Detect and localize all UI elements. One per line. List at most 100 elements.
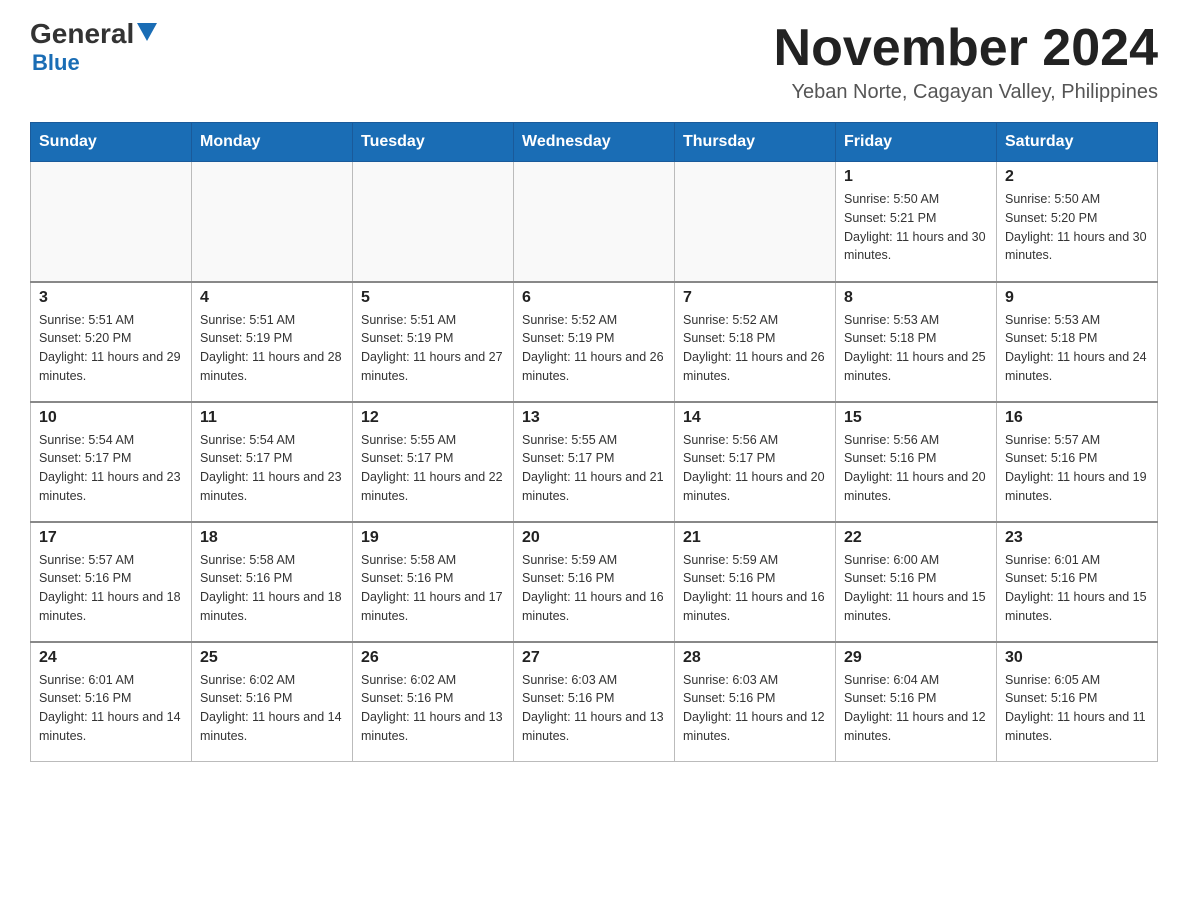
calendar-week-3: 10Sunrise: 5:54 AMSunset: 5:17 PMDayligh…	[31, 402, 1158, 522]
calendar-cell: 6Sunrise: 5:52 AMSunset: 5:19 PMDaylight…	[514, 282, 675, 402]
day-info: Sunrise: 5:55 AMSunset: 5:17 PMDaylight:…	[522, 431, 666, 506]
calendar-cell: 7Sunrise: 5:52 AMSunset: 5:18 PMDaylight…	[675, 282, 836, 402]
calendar-cell: 5Sunrise: 5:51 AMSunset: 5:19 PMDaylight…	[353, 282, 514, 402]
calendar-cell: 18 Sunrise: 5:58 AMSunset: 5:16 PMDayligh…	[192, 522, 353, 642]
calendar-cell: 22 Sunrise: 6:00 AMSunset: 5:16 PMDayligh…	[836, 522, 997, 642]
day-info: Sunrise: 5:57 AMSunset: 5:16 PMDaylight:…	[39, 551, 183, 626]
weekday-header-tuesday: Tuesday	[353, 123, 514, 162]
calendar-cell: 13Sunrise: 5:55 AMSunset: 5:17 PMDayligh…	[514, 402, 675, 522]
day-number: 17	[39, 529, 183, 547]
day-number: 19	[361, 529, 505, 547]
day-number: 4	[200, 289, 344, 307]
day-number: 22	[844, 529, 988, 547]
day-info: Sunrise: 5:54 AMSunset: 5:17 PMDaylight:…	[200, 431, 344, 506]
day-number: 5	[361, 289, 505, 307]
day-info: Sunrise: 5:57 AMSunset: 5:16 PMDaylight:…	[1005, 431, 1149, 506]
calendar-cell: 11 Sunrise: 5:54 AMSunset: 5:17 PMDayligh…	[192, 402, 353, 522]
calendar-cell: 29 Sunrise: 6:04 AMSunset: 5:16 PMDayligh…	[836, 642, 997, 762]
day-info: Sunrise: 6:02 AMSunset: 5:16 PMDaylight:…	[200, 671, 344, 746]
calendar-cell	[192, 162, 353, 282]
day-info: Sunrise: 6:04 AMSunset: 5:16 PMDaylight:…	[844, 671, 988, 746]
calendar-cell: 21 Sunrise: 5:59 AMSunset: 5:16 PMDayligh…	[675, 522, 836, 642]
day-info: Sunrise: 5:50 AMSunset: 5:21 PMDaylight:…	[844, 190, 988, 265]
day-info: Sunrise: 6:05 AMSunset: 5:16 PMDaylight:…	[1005, 671, 1149, 746]
calendar-cell	[353, 162, 514, 282]
title-area: November 2024 Yeban Norte, Cagayan Valle…	[774, 20, 1158, 104]
day-info: Sunrise: 5:53 AMSunset: 5:18 PMDaylight:…	[1005, 311, 1149, 386]
day-info: Sunrise: 5:52 AMSunset: 5:19 PMDaylight:…	[522, 311, 666, 386]
day-number: 12	[361, 409, 505, 427]
logo: General Blue	[30, 20, 157, 76]
calendar-cell: 12 Sunrise: 5:55 AMSunset: 5:17 PMDayligh…	[353, 402, 514, 522]
day-info: Sunrise: 5:51 AMSunset: 5:19 PMDaylight:…	[200, 311, 344, 386]
day-number: 27	[522, 649, 666, 667]
day-info: Sunrise: 6:01 AMSunset: 5:16 PMDaylight:…	[1005, 551, 1149, 626]
day-info: Sunrise: 5:54 AMSunset: 5:17 PMDaylight:…	[39, 431, 183, 506]
logo-blue-text: Blue	[32, 50, 80, 76]
calendar-cell: 23 Sunrise: 6:01 AMSunset: 5:16 PMDayligh…	[997, 522, 1158, 642]
day-number: 29	[844, 649, 988, 667]
day-number: 15	[844, 409, 988, 427]
weekday-header-wednesday: Wednesday	[514, 123, 675, 162]
weekday-header-sunday: Sunday	[31, 123, 192, 162]
page-header: General Blue November 2024 Yeban Norte, …	[30, 20, 1158, 104]
calendar-header-row: SundayMondayTuesdayWednesdayThursdayFrid…	[31, 123, 1158, 162]
calendar-cell: 3Sunrise: 5:51 AMSunset: 5:20 PMDaylight…	[31, 282, 192, 402]
day-number: 8	[844, 289, 988, 307]
day-info: Sunrise: 5:59 AMSunset: 5:16 PMDaylight:…	[522, 551, 666, 626]
day-info: Sunrise: 6:00 AMSunset: 5:16 PMDaylight:…	[844, 551, 988, 626]
logo-triangle-icon	[137, 23, 157, 41]
calendar-cell: 20 Sunrise: 5:59 AMSunset: 5:16 PMDayligh…	[514, 522, 675, 642]
day-info: Sunrise: 5:51 AMSunset: 5:20 PMDaylight:…	[39, 311, 183, 386]
subtitle: Yeban Norte, Cagayan Valley, Philippines	[774, 81, 1158, 104]
day-info: Sunrise: 5:58 AMSunset: 5:16 PMDaylight:…	[200, 551, 344, 626]
calendar-cell: 9Sunrise: 5:53 AMSunset: 5:18 PMDaylight…	[997, 282, 1158, 402]
calendar-cell: 10Sunrise: 5:54 AMSunset: 5:17 PMDayligh…	[31, 402, 192, 522]
weekday-header-saturday: Saturday	[997, 123, 1158, 162]
day-number: 2	[1005, 168, 1149, 186]
day-info: Sunrise: 5:56 AMSunset: 5:16 PMDaylight:…	[844, 431, 988, 506]
calendar-week-5: 24 Sunrise: 6:01 AMSunset: 5:16 PMDayligh…	[31, 642, 1158, 762]
calendar-cell: 15 Sunrise: 5:56 AMSunset: 5:16 PMDayligh…	[836, 402, 997, 522]
calendar-cell: 25 Sunrise: 6:02 AMSunset: 5:16 PMDayligh…	[192, 642, 353, 762]
day-number: 24	[39, 649, 183, 667]
calendar-cell: 1Sunrise: 5:50 AMSunset: 5:21 PMDaylight…	[836, 162, 997, 282]
calendar-cell: 28Sunrise: 6:03 AMSunset: 5:16 PMDayligh…	[675, 642, 836, 762]
calendar-table: SundayMondayTuesdayWednesdayThursdayFrid…	[30, 122, 1158, 762]
calendar-cell: 16 Sunrise: 5:57 AMSunset: 5:16 PMDayligh…	[997, 402, 1158, 522]
day-number: 30	[1005, 649, 1149, 667]
calendar-cell	[514, 162, 675, 282]
day-info: Sunrise: 5:58 AMSunset: 5:16 PMDaylight:…	[361, 551, 505, 626]
day-number: 18	[200, 529, 344, 547]
day-number: 7	[683, 289, 827, 307]
weekday-header-thursday: Thursday	[675, 123, 836, 162]
day-number: 25	[200, 649, 344, 667]
day-number: 16	[1005, 409, 1149, 427]
day-number: 21	[683, 529, 827, 547]
calendar-week-4: 17 Sunrise: 5:57 AMSunset: 5:16 PMDayligh…	[31, 522, 1158, 642]
day-number: 11	[200, 409, 344, 427]
calendar-cell: 8 Sunrise: 5:53 AMSunset: 5:18 PMDaylight…	[836, 282, 997, 402]
day-number: 20	[522, 529, 666, 547]
day-info: Sunrise: 5:59 AMSunset: 5:16 PMDaylight:…	[683, 551, 827, 626]
calendar-week-2: 3Sunrise: 5:51 AMSunset: 5:20 PMDaylight…	[31, 282, 1158, 402]
day-info: Sunrise: 6:01 AMSunset: 5:16 PMDaylight:…	[39, 671, 183, 746]
day-info: Sunrise: 5:50 AMSunset: 5:20 PMDaylight:…	[1005, 190, 1149, 265]
weekday-header-friday: Friday	[836, 123, 997, 162]
day-info: Sunrise: 5:53 AMSunset: 5:18 PMDaylight:…	[844, 311, 988, 386]
calendar-cell: 14 Sunrise: 5:56 AMSunset: 5:17 PMDayligh…	[675, 402, 836, 522]
calendar-cell: 4 Sunrise: 5:51 AMSunset: 5:19 PMDaylight…	[192, 282, 353, 402]
calendar-cell: 27 Sunrise: 6:03 AMSunset: 5:16 PMDayligh…	[514, 642, 675, 762]
day-info: Sunrise: 6:03 AMSunset: 5:16 PMDaylight:…	[522, 671, 666, 746]
main-title: November 2024	[774, 20, 1158, 77]
day-number: 23	[1005, 529, 1149, 547]
calendar-cell	[31, 162, 192, 282]
calendar-cell: 24 Sunrise: 6:01 AMSunset: 5:16 PMDayligh…	[31, 642, 192, 762]
calendar-cell: 30 Sunrise: 6:05 AMSunset: 5:16 PMDayligh…	[997, 642, 1158, 762]
day-info: Sunrise: 6:02 AMSunset: 5:16 PMDaylight:…	[361, 671, 505, 746]
calendar-week-1: 1Sunrise: 5:50 AMSunset: 5:21 PMDaylight…	[31, 162, 1158, 282]
day-info: Sunrise: 5:56 AMSunset: 5:17 PMDaylight:…	[683, 431, 827, 506]
logo-general-text: General	[30, 20, 134, 48]
day-info: Sunrise: 5:55 AMSunset: 5:17 PMDaylight:…	[361, 431, 505, 506]
day-number: 14	[683, 409, 827, 427]
